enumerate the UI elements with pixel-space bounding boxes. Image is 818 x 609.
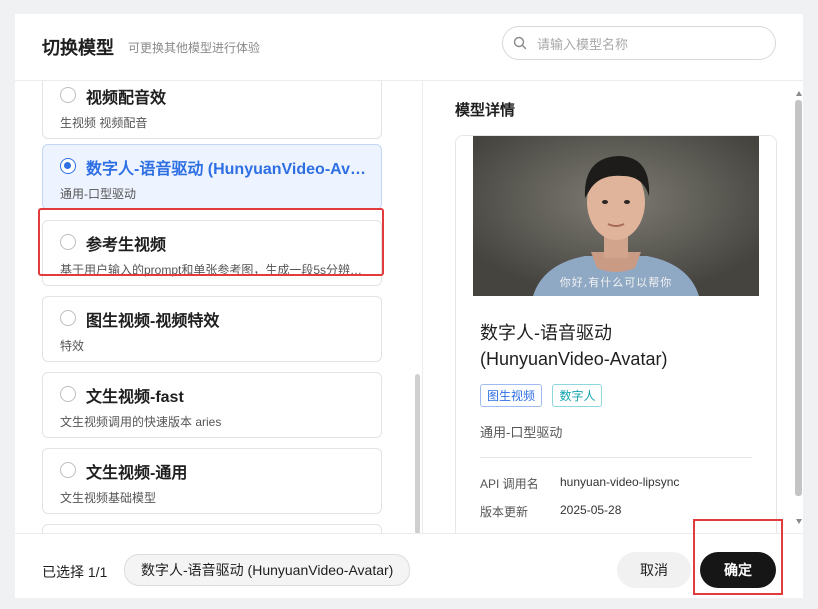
dialog-header: 切换模型 可更换其他模型进行体验 (15, 14, 803, 81)
api-name-value: hunyuan-video-lipsync (560, 475, 680, 489)
dialog-footer: 已选择 1/1 数字人-语音驱动 (HunyuanVideo-Avatar) 取… (15, 533, 803, 598)
detail-model-title-line2: (HunyuanVideo-Avatar) (480, 349, 668, 369)
tag-image-to-video: 图生视频 (480, 384, 543, 407)
model-desc: 基于用户输入的prompt和单张参考图，生成一段5s分辨率为720p的视频 (60, 263, 372, 277)
detail-separator (480, 457, 752, 458)
radio-button[interactable] (60, 310, 76, 326)
version-label: 版本更新 (480, 505, 529, 519)
dialog-title: 切换模型 (42, 38, 114, 58)
cancel-button[interactable]: 取消 (617, 552, 691, 588)
model-card-digital-human[interactable]: 数字人-语音驱动 (HunyuanVideo-Avatar) 通用-口型驱动 (42, 144, 382, 210)
model-name: 数字人-语音驱动 (HunyuanVideo-Avatar) (86, 161, 371, 178)
radio-button[interactable] (60, 462, 76, 478)
model-name: 视频配音效 (86, 90, 167, 107)
detail-scrollbar[interactable] (795, 100, 802, 496)
radio-button[interactable] (60, 87, 76, 103)
model-detail-pane: 模型详情 你好,有什么可以帮你 数字人-语音驱动 (HunyuanVideo-A… (423, 81, 803, 533)
api-name-label: API 调用名 (480, 477, 539, 491)
radio-button[interactable] (60, 386, 76, 402)
model-name: 图生视频-视频特效 (86, 313, 220, 330)
tag-list: 图生视频 数字人 (480, 384, 608, 407)
model-card-text-to-video-fast[interactable]: 文生视频-fast 文生视频调用的快速版本 aries (42, 372, 382, 438)
selected-model-chip[interactable]: 数字人-语音驱动 (HunyuanVideo-Avatar) (124, 554, 411, 586)
search-input[interactable] (535, 33, 769, 55)
dialog-subtitle: 可更换其他模型进行体验 (128, 41, 261, 55)
detail-model-title: 数字人-语音驱动 (HunyuanVideo-Avatar) (480, 320, 760, 372)
confirm-button[interactable]: 确定 (700, 552, 776, 588)
avatar-illustration (473, 136, 759, 296)
model-name: 参考生视频 (86, 237, 167, 254)
model-card-partial[interactable] (42, 524, 382, 533)
scroll-down-arrow[interactable] (796, 519, 802, 524)
model-card-reference-video[interactable]: 参考生视频 基于用户输入的prompt和单张参考图，生成一段5s分辨率为720p… (42, 220, 382, 286)
model-desc: 文生视频调用的快速版本 aries (60, 415, 222, 429)
tag-digital-human: 数字人 (552, 384, 603, 407)
model-desc: 通用-口型驱动 (60, 187, 136, 201)
preview-image: 你好,有什么可以帮你 (473, 136, 759, 296)
model-list[interactable]: 视频配音效 生视频 视频配音 数字人-语音驱动 (HunyuanVideo-Av… (15, 81, 422, 533)
radio-button[interactable] (60, 234, 76, 250)
model-card-video-sfx[interactable]: 视频配音效 生视频 视频配音 (42, 81, 382, 139)
model-card-text-to-video-general[interactable]: 文生视频-通用 文生视频基础模型 (42, 448, 382, 514)
model-name: 文生视频-fast (86, 389, 184, 406)
preview-caption: 你好,有什么可以帮你 (559, 276, 673, 289)
search-icon (513, 36, 527, 50)
switch-model-dialog: 切换模型 可更换其他模型进行体验 视频配音效 生视频 视频配音 数字人-语音驱动… (15, 14, 803, 598)
detail-heading: 模型详情 (455, 102, 516, 119)
model-name: 文生视频-通用 (86, 465, 188, 482)
scroll-up-arrow[interactable] (796, 91, 802, 96)
model-card-image-to-video-effects[interactable]: 图生视频-视频特效 特效 (42, 296, 382, 362)
detail-model-title-line1: 数字人-语音驱动 (480, 323, 612, 343)
detail-card: 你好,有什么可以帮你 数字人-语音驱动 (HunyuanVideo-Avatar… (455, 135, 777, 533)
version-value: 2025-05-28 (560, 503, 622, 517)
search-box[interactable] (502, 26, 776, 60)
model-desc: 特效 (60, 339, 85, 353)
radio-button-selected[interactable] (60, 158, 76, 174)
detail-usage: 通用-口型驱动 (480, 425, 563, 440)
model-desc: 生视频 视频配音 (60, 116, 148, 130)
model-desc: 文生视频基础模型 (60, 491, 157, 505)
list-scrollbar[interactable] (415, 374, 420, 533)
selected-count: 已选择 1/1 (42, 564, 108, 580)
